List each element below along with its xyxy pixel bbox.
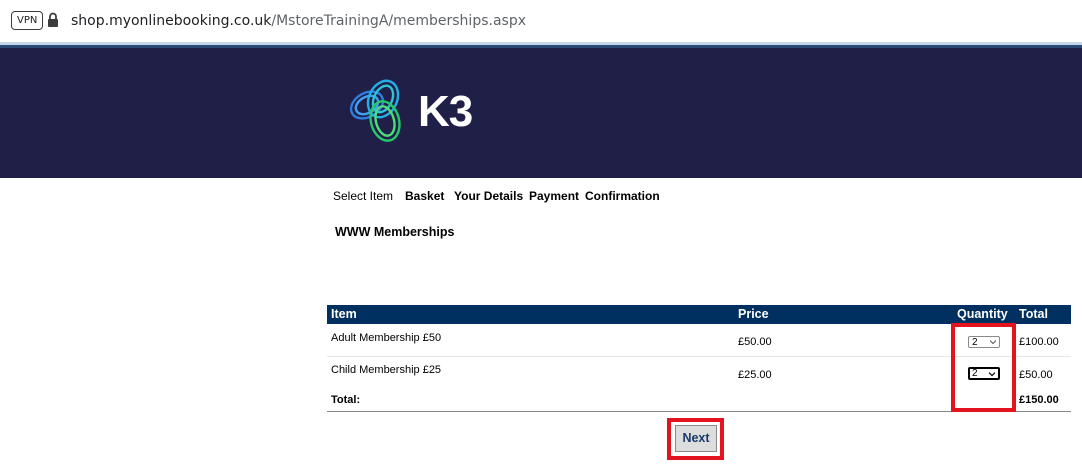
step-basket: Basket [405, 189, 445, 203]
browser-address-bar[interactable]: VPN shop.myonlinebooking.co.uk/MstoreTra… [0, 0, 1082, 42]
total-label: Total: [331, 394, 361, 406]
step-payment: Payment [529, 189, 580, 203]
row-total: £50.00 [1019, 369, 1053, 381]
row-price: £50.00 [738, 336, 772, 348]
page-title: WWW Memberships [335, 225, 455, 239]
grand-total: £150.00 [1019, 394, 1059, 406]
header-price: Price [738, 307, 769, 321]
brand-logo-text: K3 [418, 87, 473, 136]
site-banner [0, 45, 1082, 178]
step-select-item: Select Item [333, 189, 394, 203]
lock-icon [48, 12, 58, 27]
row-item-name: Adult Membership £50 [331, 332, 442, 344]
step-your-details: Your Details [454, 189, 524, 203]
url-text[interactable]: shop.myonlinebooking.co.uk/MstoreTrainin… [71, 12, 526, 30]
row-item-name: Child Membership £25 [331, 364, 442, 376]
row-price: £25.00 [738, 369, 772, 381]
header-item: Item [331, 307, 357, 321]
header-quantity: Quantity [957, 307, 1008, 321]
row-total: £100.00 [1019, 336, 1059, 348]
vpn-badge[interactable]: VPN [11, 11, 44, 30]
k3-logo-icon [349, 79, 401, 142]
header-total: Total [1019, 307, 1048, 321]
table-header: Item Price Quantity Total [327, 305, 1071, 324]
step-confirmation: Confirmation [585, 189, 660, 203]
next-button[interactable]: Next [675, 425, 717, 452]
quantity-highlight-box [951, 323, 1016, 412]
